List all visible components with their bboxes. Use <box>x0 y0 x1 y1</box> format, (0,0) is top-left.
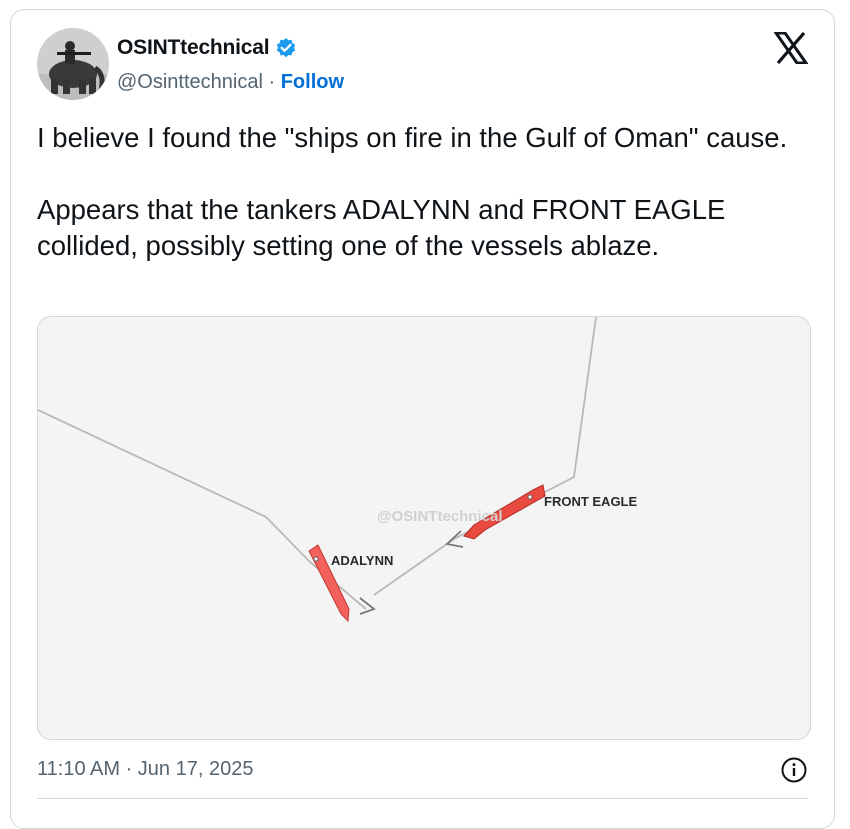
vessel-track-map: @OSINTtechnical ADALYNN FRONT EAGLE <box>38 317 637 623</box>
map-watermark: @OSINTtechnical <box>377 508 503 525</box>
x-logo-icon[interactable] <box>774 32 808 64</box>
avatar-image <box>37 28 109 100</box>
avatar[interactable] <box>37 28 109 100</box>
front-eagle-label: FRONT EAGLE <box>544 494 637 509</box>
footer-divider <box>37 798 808 799</box>
adalynn-track-line <box>38 409 367 610</box>
author-handle[interactable]: @Osinttechnical <box>117 71 263 93</box>
author-display-name[interactable]: OSINTtechnical <box>117 36 270 60</box>
front-eagle-track-line <box>373 317 597 596</box>
adalynn-label: ADALYNN <box>331 553 393 568</box>
tweet-text: I believe I found the "ships on fire in … <box>37 122 788 261</box>
author-handle-row: @Osinttechnical · Follow <box>117 71 344 94</box>
adalynn-position-dot <box>313 556 319 562</box>
info-icon[interactable] <box>780 756 808 784</box>
tweet-card: OSINTtechnical @Osinttechnical · Follow … <box>10 9 835 829</box>
verified-badge-icon <box>277 38 296 58</box>
handle-separator: · <box>262 71 281 93</box>
follow-button[interactable]: Follow <box>281 71 344 93</box>
tweet-timestamp[interactable]: 11:10 AM · Jun 17, 2025 <box>37 758 253 781</box>
tweet-media-map[interactable]: @OSINTtechnical ADALYNN FRONT EAGLE <box>37 316 811 740</box>
author-display-name-row[interactable]: OSINTtechnical <box>117 36 297 60</box>
front-eagle-position-dot <box>527 494 533 500</box>
